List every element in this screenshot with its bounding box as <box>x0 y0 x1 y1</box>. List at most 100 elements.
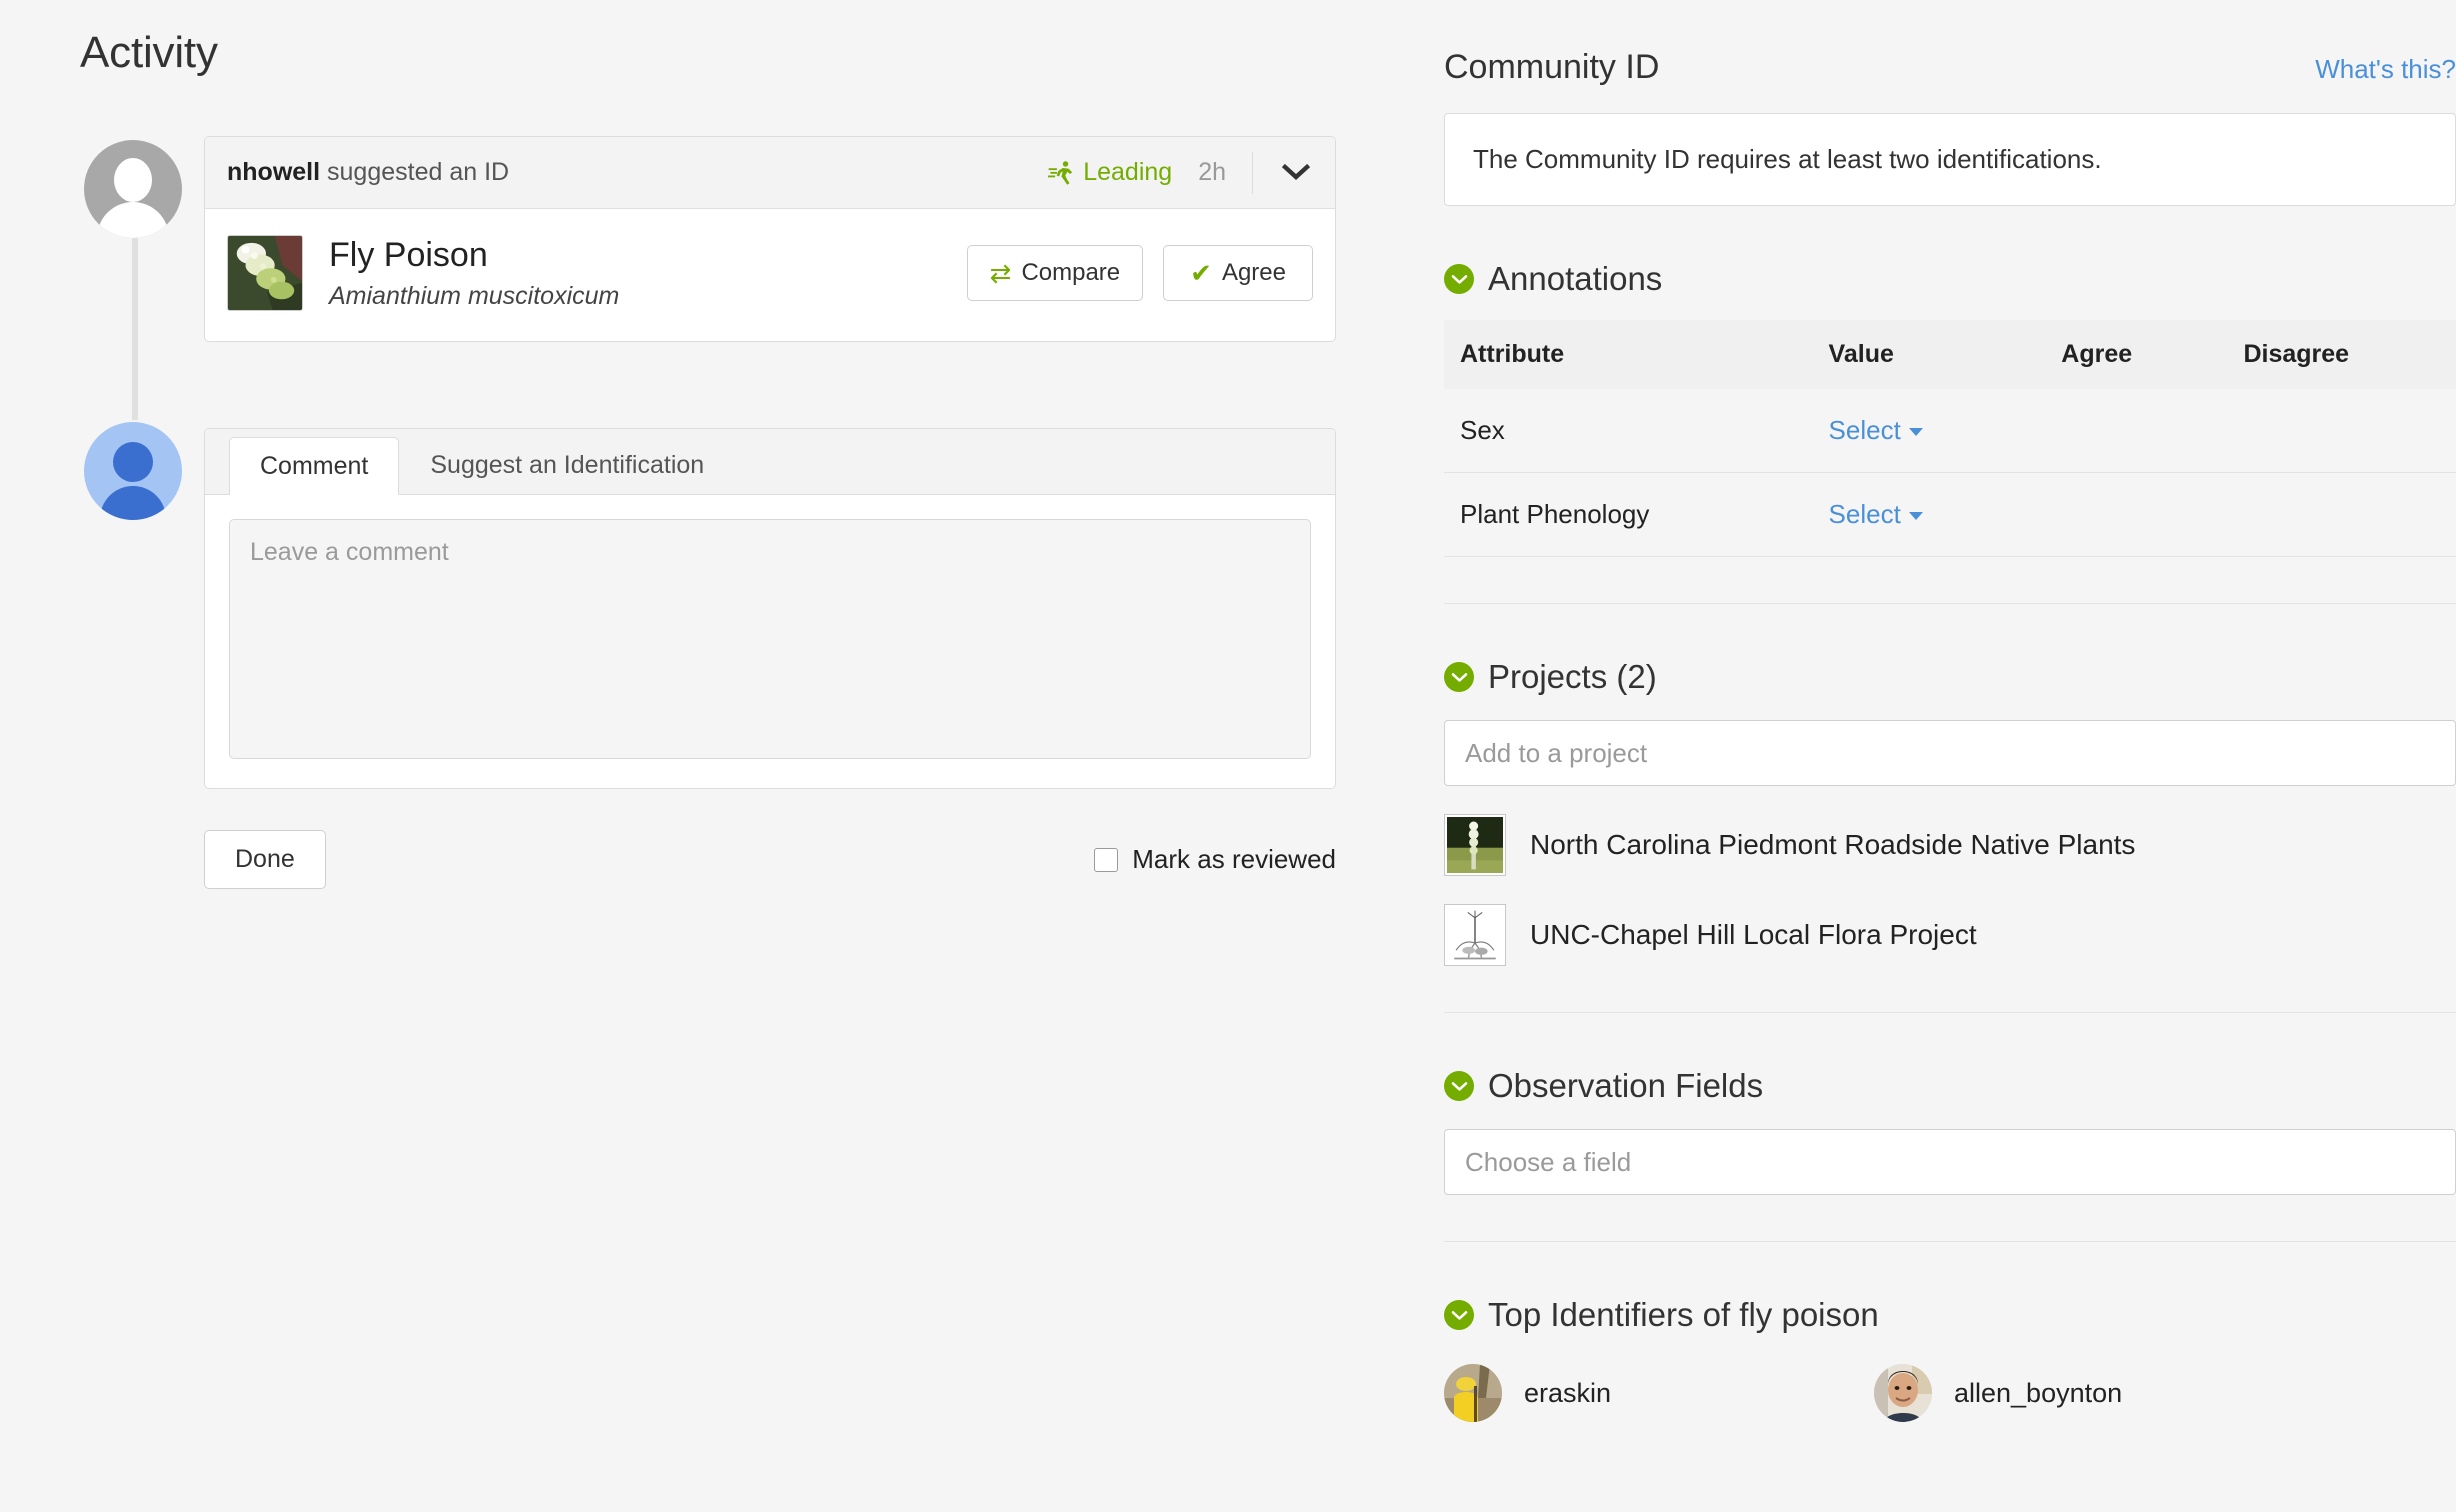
compare-button[interactable]: ⇄ Compare <box>966 245 1144 301</box>
identification-action-text: suggested an ID <box>320 158 510 186</box>
mark-as-reviewed-label: Mark as reviewed <box>1132 844 1336 874</box>
identifier-username[interactable]: eraskin <box>1524 1378 1611 1409</box>
agree-button-label: Agree <box>1221 259 1286 286</box>
taxon-photo <box>228 236 302 310</box>
list-item: allen_boynton <box>1874 1364 2304 1422</box>
table-row: Sex Select <box>1444 389 2456 473</box>
annotation-agree-cell <box>2061 472 2244 557</box>
add-to-project-input[interactable] <box>1444 720 2456 786</box>
chevron-down-icon <box>1451 672 1467 682</box>
done-button[interactable]: Done <box>204 830 326 889</box>
annotations-title: Annotations <box>1488 260 1663 297</box>
avatar-head <box>114 158 152 202</box>
taxon-thumbnail[interactable] <box>227 235 303 311</box>
identifier-username[interactable]: allen_boynton <box>1954 1378 2122 1409</box>
identification-header-meta: Leading 2h <box>1048 151 1313 194</box>
whats-this-link[interactable]: What's this? <box>2315 54 2456 85</box>
observation-fields-section-header: Observation Fields <box>1444 1067 2456 1105</box>
projects-title: Projects (2) <box>1488 658 1657 695</box>
identification-actions: ⇄ Compare ✔ Agree <box>966 245 1313 301</box>
activity-column: Activity nhowell suggested an ID Leading… <box>0 0 1400 1512</box>
annotation-select-dropdown[interactable]: Select <box>1829 499 1901 529</box>
community-id-title: Community ID <box>1444 48 1660 86</box>
project-photo <box>1447 907 1503 963</box>
mark-as-reviewed-control[interactable]: Mark as reviewed <box>1094 844 1336 875</box>
sidebar-column: Community ID What's this? The Community … <box>1444 0 2456 1512</box>
top-identifiers-title: Top Identifiers of fly poison <box>1488 1296 1879 1333</box>
identification-card: nhowell suggested an ID Leading 2h Fly P… <box>204 136 1336 342</box>
annotation-attribute: Sex <box>1444 389 1829 473</box>
project-thumbnail[interactable] <box>1444 814 1506 876</box>
comment-panel: Comment Suggest an Identification <box>204 428 1336 789</box>
table-row: Plant Phenology Select <box>1444 472 2456 557</box>
column-header-disagree: Disagree <box>2243 320 2456 389</box>
collapse-toggle-icon[interactable] <box>1444 662 1474 692</box>
top-identifiers-section-header: Top Identifiers of fly poison <box>1444 1296 2456 1334</box>
annotation-agree-cell <box>2061 389 2244 473</box>
collapse-toggle-icon[interactable] <box>1444 1300 1474 1330</box>
annotation-value-cell: Select <box>1828 389 2062 473</box>
user-photo <box>1444 1364 1502 1422</box>
comment-input-wrapper <box>205 495 1335 788</box>
avatar-current-user[interactable] <box>84 422 182 520</box>
agree-button[interactable]: ✔ Agree <box>1163 245 1313 301</box>
identifier-username[interactable]: nhowell <box>227 158 320 186</box>
avatar-body <box>100 486 166 520</box>
annotation-attribute: Plant Phenology <box>1444 472 1829 557</box>
annotations-section-header: Annotations <box>1444 260 2456 298</box>
header-divider <box>1252 151 1253 194</box>
taxon-scientific-name[interactable]: Amianthium muscitoxicum <box>329 282 619 311</box>
project-name[interactable]: North Carolina Piedmont Roadside Native … <box>1530 829 2135 861</box>
mark-as-reviewed-checkbox[interactable] <box>1094 847 1119 872</box>
section-divider <box>1444 1241 2456 1242</box>
list-item: eraskin <box>1444 1364 1874 1422</box>
expand-identification-button[interactable] <box>1279 156 1313 190</box>
identification-card-header: nhowell suggested an ID Leading 2h <box>205 137 1335 209</box>
tab-suggest-identification[interactable]: Suggest an Identification <box>399 436 735 494</box>
taxon-names: Fly Poison Amianthium muscitoxicum <box>329 235 619 310</box>
top-identifiers-list: eraskin allen_boynton <box>1444 1364 2456 1422</box>
projects-section-header: Projects (2) <box>1444 658 2456 696</box>
chevron-down-icon <box>1282 163 1310 180</box>
page-title: Activity <box>80 28 218 77</box>
annotation-disagree-cell <box>2243 389 2456 473</box>
collapse-toggle-icon[interactable] <box>1444 264 1474 294</box>
chevron-down-icon <box>1451 1310 1467 1320</box>
avatar[interactable] <box>1444 1364 1502 1422</box>
choose-field-input[interactable] <box>1444 1129 2456 1195</box>
collapse-toggle-icon[interactable] <box>1444 1071 1474 1101</box>
project-name[interactable]: UNC-Chapel Hill Local Flora Project <box>1530 919 1977 951</box>
timeline-connector <box>132 238 138 420</box>
user-photo <box>1874 1364 1932 1422</box>
project-thumbnail[interactable] <box>1444 904 1506 966</box>
community-id-header: Community ID What's this? <box>1444 0 2456 87</box>
annotations-table: Attribute Value Agree Disagree Sex Selec… <box>1444 320 2456 557</box>
caret-down-icon <box>1908 428 1923 437</box>
compare-button-label: Compare <box>1021 259 1121 286</box>
comment-tabs: Comment Suggest an Identification <box>205 429 1335 495</box>
status-badge: Leading <box>1048 158 1172 187</box>
annotations-header-row: Attribute Value Agree Disagree <box>1444 320 2456 389</box>
check-icon: ✔ <box>1190 258 1212 288</box>
exchange-arrows-icon: ⇄ <box>989 258 1012 288</box>
section-divider <box>1444 603 2456 604</box>
avatar-head <box>113 442 153 482</box>
status-badge-label: Leading <box>1083 158 1173 186</box>
chevron-down-icon <box>1451 1081 1467 1091</box>
runner-icon <box>1048 160 1073 185</box>
community-id-message: The Community ID requires at least two i… <box>1444 113 2456 206</box>
annotation-disagree-cell <box>2243 472 2456 557</box>
annotation-value-cell: Select <box>1828 472 2062 557</box>
tab-comment[interactable]: Comment <box>229 437 400 495</box>
comment-textarea[interactable] <box>229 519 1311 759</box>
project-photo <box>1447 817 1503 873</box>
taxon-common-name[interactable]: Fly Poison <box>329 235 619 275</box>
column-header-attribute: Attribute <box>1444 320 1829 389</box>
annotation-select-dropdown[interactable]: Select <box>1829 415 1901 445</box>
list-item: North Carolina Piedmont Roadside Native … <box>1444 814 2456 876</box>
avatar[interactable] <box>1874 1364 1932 1422</box>
caret-down-icon <box>1908 512 1923 521</box>
avatar-body <box>97 202 169 238</box>
chevron-down-icon <box>1451 274 1467 284</box>
avatar-identifier[interactable] <box>84 140 182 238</box>
